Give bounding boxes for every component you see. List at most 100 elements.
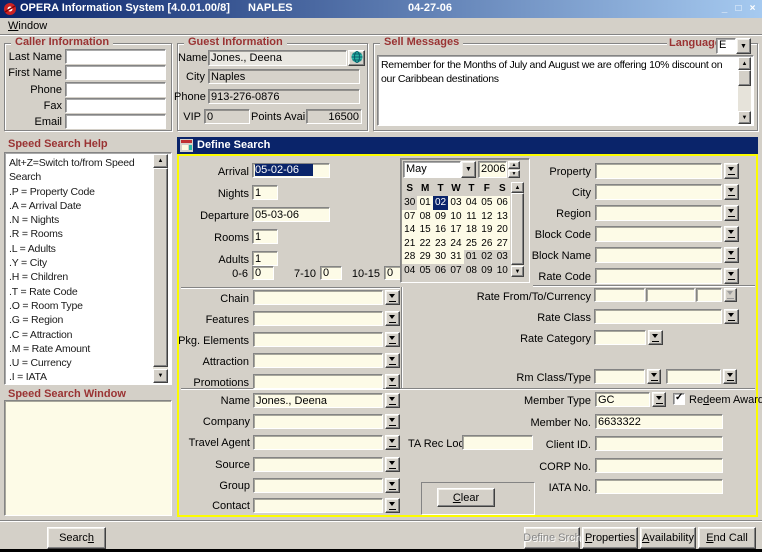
calendar-day[interactable]: 10 <box>448 210 463 224</box>
calendar-day[interactable]: 01 <box>417 196 432 210</box>
speed-search-window-box[interactable] <box>4 400 172 516</box>
calendar-day-selected[interactable]: 02 <box>433 196 448 210</box>
arrival-input[interactable]: 05-02-06 <box>252 163 330 178</box>
end-call-button[interactable]: End Call <box>698 527 756 549</box>
minimize-icon[interactable]: _ <box>718 2 731 15</box>
pkg-elements-input[interactable] <box>253 332 383 347</box>
rm-type-input[interactable] <box>666 369 721 384</box>
block-name-lov-button[interactable] <box>724 247 739 263</box>
calendar-day[interactable]: 21 <box>402 237 417 251</box>
rm-type-lov-button[interactable] <box>723 369 737 384</box>
member-no-input[interactable] <box>595 414 723 429</box>
calendar-day[interactable]: 17 <box>448 223 463 237</box>
speed-help-item[interactable]: .R = Rooms <box>9 227 151 241</box>
rate-from-input[interactable] <box>594 288 645 302</box>
guest-city-input[interactable] <box>208 69 360 84</box>
speed-help-item[interactable]: .M = Rate Amount <box>9 342 151 356</box>
property-lov-button[interactable] <box>724 163 739 179</box>
calendar-day[interactable]: 24 <box>448 237 463 251</box>
availability-button[interactable]: Availability <box>640 527 696 549</box>
features-input[interactable] <box>253 311 383 326</box>
children-0-6-input[interactable] <box>252 266 274 280</box>
rate-code-lov-button[interactable] <box>724 268 739 284</box>
fax-input[interactable] <box>65 98 166 113</box>
caller-phone-input[interactable] <box>65 82 166 97</box>
calendar-day[interactable]: 04 <box>402 264 417 278</box>
chain-lov-button[interactable] <box>385 290 400 305</box>
calendar-day[interactable]: 22 <box>417 237 432 251</box>
properties-button[interactable]: Properties <box>582 527 638 549</box>
rate-category-lov-button[interactable] <box>648 330 663 345</box>
speed-help-item[interactable]: .T = Rate Code <box>9 285 151 299</box>
calendar-day[interactable]: 16 <box>433 223 448 237</box>
calendar-day[interactable]: 30 <box>402 196 417 210</box>
block-code-lov-button[interactable] <box>724 226 739 242</box>
guest-name-input[interactable] <box>208 50 347 66</box>
rate-to-input[interactable] <box>646 288 695 302</box>
group-lov-button[interactable] <box>385 478 400 493</box>
calendar-day[interactable]: 05 <box>417 264 432 278</box>
sell-message-scrollbar[interactable]: ▲ ▼ <box>738 57 751 124</box>
group-input[interactable] <box>253 478 383 493</box>
speed-help-item[interactable]: .Y = City <box>9 256 151 270</box>
calendar-day[interactable]: 06 <box>433 264 448 278</box>
property-input[interactable] <box>595 163 722 179</box>
company-lov-button[interactable] <box>385 414 400 429</box>
speed-help-item[interactable]: Search <box>9 170 151 184</box>
speed-help-item[interactable]: .P = Property Code <box>9 185 151 199</box>
rate-code-input[interactable] <box>595 268 722 284</box>
rate-class-input[interactable] <box>594 309 722 324</box>
maximize-icon[interactable]: □ <box>732 2 745 15</box>
redeem-award-checkbox[interactable] <box>673 393 685 405</box>
corp-no-input[interactable] <box>595 458 723 473</box>
adults-input[interactable] <box>252 251 278 266</box>
iata-no-input[interactable] <box>595 479 723 494</box>
calendar-day[interactable]: 07 <box>402 210 417 224</box>
pkg-elements-lov-button[interactable] <box>385 332 400 347</box>
rm-class-input[interactable] <box>594 369 645 384</box>
speed-help-item[interactable]: .O = Room Type <box>9 299 151 313</box>
city-input[interactable] <box>595 184 722 200</box>
city-lov-button[interactable] <box>724 184 739 200</box>
member-type-lov-button[interactable] <box>652 392 666 407</box>
speed-help-item[interactable]: .L = Adults <box>9 242 151 256</box>
name-lov-button[interactable] <box>385 393 400 408</box>
menu-window[interactable]: Window <box>8 20 47 32</box>
calendar-day[interactable]: 15 <box>417 223 432 237</box>
calendar-day[interactable]: 03 <box>448 196 463 210</box>
scroll-down-icon[interactable]: ▼ <box>738 111 751 124</box>
calendar-day[interactable]: 29 <box>417 250 432 264</box>
promotions-lov-button[interactable] <box>385 374 400 389</box>
chain-input[interactable] <box>253 290 383 305</box>
scroll-up-icon[interactable]: ▲ <box>738 57 751 70</box>
region-input[interactable] <box>595 205 722 221</box>
vip-input[interactable] <box>204 109 250 124</box>
block-code-input[interactable] <box>595 226 722 242</box>
rate-category-input[interactable] <box>594 330 646 345</box>
contact-lov-button[interactable] <box>385 498 400 513</box>
last-name-input[interactable] <box>65 49 166 64</box>
calendar-month-value[interactable]: May <box>403 161 461 178</box>
attraction-input[interactable] <box>253 353 383 368</box>
window-titlebar[interactable]: OPERA Information System [4.0.01.00/8] N… <box>0 0 762 18</box>
company-input[interactable] <box>253 414 383 429</box>
member-type-input[interactable] <box>595 392 650 407</box>
calendar-day[interactable]: 08 <box>417 210 432 224</box>
guest-phone-input[interactable] <box>208 89 360 104</box>
travel-agent-input[interactable] <box>253 435 383 450</box>
points-avail-input[interactable] <box>306 109 362 124</box>
speed-help-item[interactable]: .G = Region <box>9 313 151 327</box>
speed-help-item[interactable]: .N = Nights <box>9 213 151 227</box>
search-name-input[interactable] <box>253 393 383 408</box>
source-lov-button[interactable] <box>385 457 400 472</box>
speed-help-item[interactable]: .C = Attraction <box>9 328 151 342</box>
calendar-day[interactable]: 14 <box>402 223 417 237</box>
guest-profile-button[interactable] <box>348 50 365 66</box>
rm-class-lov-button[interactable] <box>647 369 661 384</box>
block-name-input[interactable] <box>595 247 722 263</box>
calendar-day[interactable]: 09 <box>433 210 448 224</box>
source-input[interactable] <box>253 457 383 472</box>
region-lov-button[interactable] <box>724 205 739 221</box>
first-name-input[interactable] <box>65 65 166 80</box>
speed-help-item[interactable]: .U = Currency <box>9 356 151 370</box>
